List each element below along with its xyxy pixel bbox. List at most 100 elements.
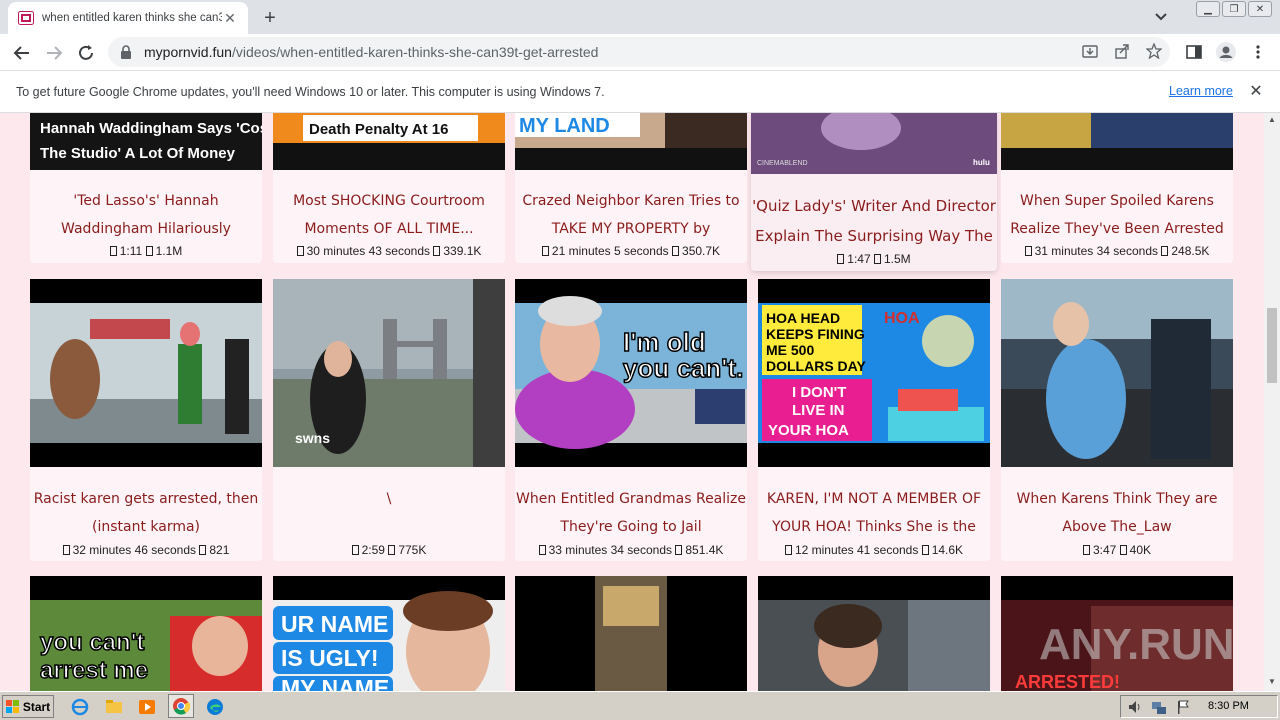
video-thumbnail[interactable]: Hannah Waddingham Says 'Cost The Studio'… [30, 113, 262, 170]
video-duration: 12 minutes 41 seconds [794, 543, 919, 557]
video-thumbnail[interactable]: CINEMABLEND hulu [751, 113, 997, 174]
video-meta: 30 minutes 43 seconds 339.1K [273, 244, 505, 258]
tab-close-icon[interactable]: ✕ [222, 10, 238, 26]
site-favicon-icon [18, 10, 34, 26]
network-icon[interactable] [1151, 699, 1167, 720]
media-player-icon[interactable] [137, 697, 157, 717]
lock-icon[interactable] [118, 44, 134, 60]
video-card-hovered[interactable]: CINEMABLEND hulu 'Quiz Lady's' Writer An… [751, 113, 997, 271]
video-card[interactable]: Racist karen gets arrested, then (instan… [30, 279, 262, 561]
video-title[interactable]: Most SHOCKING Courtroom Moments OF ALL T… [273, 187, 505, 243]
browser-tab[interactable]: when entitled karen thinks she can39t ge… [8, 2, 248, 34]
address-bar[interactable]: mypornvid.fun/videos/when-entitled-karen… [108, 37, 1170, 67]
window-controls: ▁ ❐ ✕ [1196, 1, 1272, 17]
video-meta: 2:59 775K [273, 543, 505, 557]
video-title[interactable]: When Entitled Grandmas Realize They're G… [515, 485, 747, 543]
ie-icon[interactable] [70, 697, 90, 717]
forward-arrow-icon[interactable] [42, 41, 66, 65]
install-app-icon[interactable] [1080, 41, 1100, 61]
clock-icon [784, 545, 792, 555]
video-card[interactable]: When Karens Think They are Above The_Law… [1001, 279, 1233, 561]
restore-button[interactable]: ❐ [1222, 1, 1246, 17]
video-views: 1.1M [155, 244, 183, 258]
infobar-close-icon[interactable]: ✕ [1248, 83, 1264, 100]
eye-icon [145, 246, 153, 256]
video-thumbnail[interactable]: UR NAME IS UGLY! MY NAME [273, 576, 505, 691]
scroll-up-arrow-icon[interactable]: ▲ [1268, 115, 1276, 124]
clock-icon [1082, 545, 1090, 555]
video-card[interactable]: I'm old you can't. When Entitled Grandma… [515, 279, 747, 561]
thumb-caption: Death Penalty At 16 [309, 121, 449, 138]
video-card[interactable]: HOA HEAD KEEPS FINING ME 500 DOLLARS DAY… [758, 279, 990, 561]
eye-icon [675, 545, 683, 555]
scrollbar-thumb[interactable] [1267, 308, 1277, 383]
video-meta: 31 minutes 34 seconds 248.5K [1001, 244, 1233, 258]
video-card[interactable]: MY LAND Crazed Neighbor Karen Tries to T… [515, 113, 747, 263]
eye-icon [672, 246, 680, 256]
video-duration: 1:11 [119, 244, 143, 258]
video-card[interactable]: you can't arrest me [30, 576, 262, 691]
video-card[interactable]: Hannah Waddingham Says 'Cost The Studio'… [30, 113, 262, 263]
action-center-flag-icon[interactable] [1175, 699, 1191, 720]
page-scrollbar[interactable]: ▲ ▼ [1264, 113, 1280, 691]
video-title[interactable]: When Karens Think They are Above The_Law [1001, 485, 1233, 543]
video-title[interactable]: 'Quiz Lady's' Writer And Director Explai… [751, 191, 997, 251]
video-thumbnail[interactable]: you can't arrest me [30, 576, 262, 691]
video-thumbnail[interactable]: swns [273, 279, 505, 467]
video-card[interactable] [515, 576, 747, 691]
video-thumbnail[interactable] [1001, 113, 1233, 170]
video-thumbnail[interactable]: I'm old you can't. [515, 279, 747, 467]
new-tab-button[interactable]: + [258, 6, 282, 30]
video-title[interactable]: When Super Spoiled Karens Realize They'v… [1001, 187, 1233, 243]
video-views: 350.7K [682, 244, 721, 258]
explorer-folder-icon[interactable] [104, 697, 124, 717]
menu-kebab-icon[interactable] [1246, 40, 1270, 64]
video-thumbnail[interactable] [30, 279, 262, 467]
thumb-caption-line: ME 500 [766, 342, 814, 358]
video-thumbnail[interactable]: MY LAND [515, 113, 747, 170]
video-title[interactable]: Racist karen gets arrested, then (instan… [30, 485, 262, 543]
back-arrow-icon[interactable] [10, 41, 34, 65]
reload-icon[interactable] [74, 41, 98, 65]
thumb-logo: swns [295, 430, 330, 446]
clock-icon [109, 246, 117, 256]
video-card[interactable]: UR NAME IS UGLY! MY NAME [273, 576, 505, 691]
minimize-button[interactable]: ▁ [1196, 1, 1220, 17]
scroll-down-arrow-icon[interactable]: ▼ [1268, 677, 1276, 686]
video-views: 40K [1129, 543, 1152, 557]
video-thumbnail[interactable]: Death Penalty At 16 [273, 113, 505, 170]
video-thumbnail[interactable] [1001, 279, 1233, 467]
video-card[interactable]: swns \ 2:59 775K [273, 279, 505, 561]
thumb-caption-line: Hannah Waddingham Says 'Cost [40, 120, 262, 137]
edge-icon[interactable] [205, 697, 225, 717]
video-thumbnail[interactable] [515, 576, 747, 691]
video-title[interactable]: KAREN, I'M NOT A MEMBER OF YOUR HOA! Thi… [758, 485, 990, 543]
video-meta: 1:11 1.1M [30, 244, 262, 258]
thumb-caption-line: you can't. [623, 353, 743, 383]
video-card[interactable] [758, 576, 990, 691]
clock-icon [837, 254, 845, 264]
close-window-button[interactable]: ✕ [1248, 1, 1272, 17]
tab-search-chevron-icon[interactable] [1152, 8, 1170, 26]
side-panel-icon[interactable] [1182, 40, 1206, 64]
video-title[interactable]: 'Ted Lasso's' Hannah Waddingham Hilariou… [30, 187, 262, 243]
video-meta: 21 minutes 5 seconds 350.7K [515, 244, 747, 258]
video-card[interactable]: When Super Spoiled Karens Realize They'v… [1001, 113, 1233, 263]
volume-icon[interactable] [1127, 699, 1143, 720]
thumb-caption-line: HOA [884, 310, 920, 327]
video-card[interactable]: Death Penalty At 16 Most SHOCKING Courtr… [273, 113, 505, 263]
video-title[interactable]: Crazed Neighbor Karen Tries to TAKE MY P… [515, 187, 747, 243]
video-title[interactable]: \ [273, 485, 505, 543]
profile-avatar-icon[interactable] [1214, 40, 1238, 64]
share-icon[interactable] [1112, 41, 1132, 61]
video-thumbnail[interactable] [758, 576, 990, 691]
start-button[interactable]: Start [2, 695, 54, 718]
video-thumbnail[interactable]: HOA HEAD KEEPS FINING ME 500 DOLLARS DAY… [758, 279, 990, 467]
video-duration: 2:59 [361, 543, 385, 557]
bookmark-star-icon[interactable] [1144, 41, 1164, 61]
chrome-taskbar-icon[interactable] [168, 694, 194, 718]
thumb-caption-line: LIVE IN [792, 402, 845, 419]
eye-icon [1161, 246, 1169, 256]
learn-more-link[interactable]: Learn more [1169, 84, 1233, 98]
system-clock: 8:30 PM [1208, 700, 1249, 712]
